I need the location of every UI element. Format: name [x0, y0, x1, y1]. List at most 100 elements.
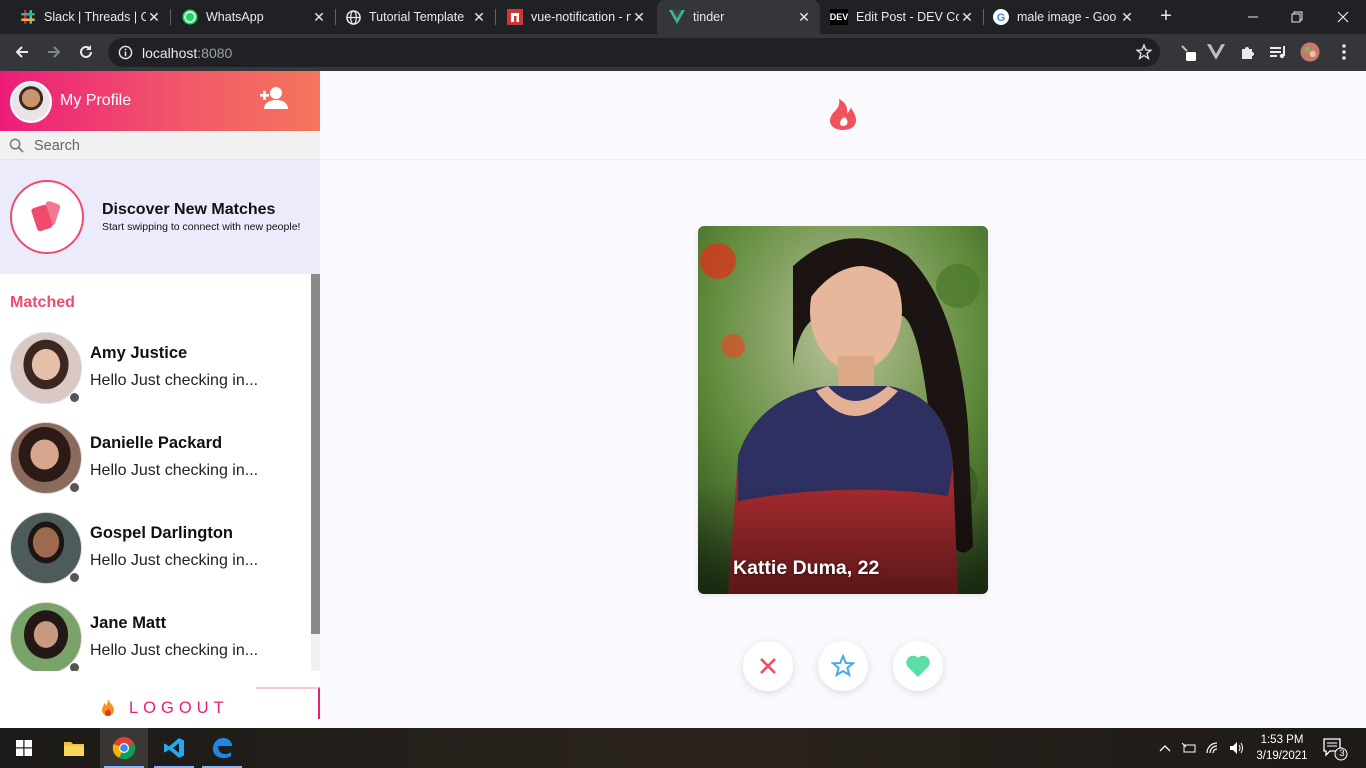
main-area: Kattie Duma, 22	[320, 71, 1366, 728]
file-explorer-button[interactable]	[50, 728, 98, 768]
profile-avatar[interactable]	[1300, 42, 1320, 62]
like-button[interactable]	[893, 641, 943, 691]
url-host: localhost	[142, 45, 198, 61]
dev-icon: DEV	[830, 9, 848, 25]
logout-button[interactable]: LOGOUT	[0, 687, 320, 728]
app-viewport: My Profile Discover New Matc	[0, 71, 1366, 728]
profile-title[interactable]: My Profile	[60, 92, 131, 110]
tab-title: Slack | Threads | Co	[44, 10, 146, 24]
url-port: :8080	[197, 45, 233, 61]
match-message: Hello Just checking in...	[90, 552, 259, 569]
chrome-icon	[112, 737, 136, 760]
matches-list: Matched Amy Justice Hello Just checking …	[0, 274, 320, 671]
taskbar-clock[interactable]: 1:53 PM 3/19/2021	[1250, 732, 1314, 764]
close-window-button[interactable]	[1320, 0, 1366, 34]
match-name: Gospel Darlington	[90, 524, 234, 542]
menu-kebab-icon[interactable]	[1334, 42, 1354, 62]
extension-icon[interactable]	[1178, 42, 1198, 62]
folder-icon	[64, 742, 84, 756]
avatar[interactable]	[10, 81, 52, 123]
clock-date: 3/19/2021	[1256, 750, 1308, 762]
logout-label: LOGOUT	[129, 699, 229, 717]
tab-tutorial[interactable]: Tutorial Template ✕	[335, 0, 495, 34]
match-name: Amy Justice	[90, 344, 188, 362]
dislike-button[interactable]	[743, 641, 793, 691]
address-bar[interactable]: localhost:8080	[108, 38, 1160, 67]
heart-icon	[906, 655, 930, 677]
tab-tinder[interactable]: tinder ✕	[657, 0, 820, 34]
notification-count: 3	[1339, 748, 1345, 758]
volume-icon[interactable]	[1228, 740, 1246, 756]
npm-icon	[507, 9, 523, 25]
scrollbar[interactable]	[311, 274, 320, 671]
vscode-button[interactable]	[150, 728, 198, 768]
arrow-left-icon	[15, 46, 28, 58]
google-icon: G	[993, 9, 1009, 25]
matched-heading: Matched	[10, 294, 75, 311]
globe-icon	[345, 9, 361, 25]
close-icon[interactable]: ✕	[631, 9, 647, 26]
url-text: localhost:8080	[142, 45, 232, 61]
media-queue-icon[interactable]	[1268, 42, 1288, 62]
forward-button[interactable]	[40, 38, 68, 66]
status-dot	[69, 482, 80, 493]
search-bar	[0, 131, 320, 160]
tab-google[interactable]: G male image - Goo ✕	[983, 0, 1143, 34]
profile-header: My Profile	[0, 71, 320, 131]
reload-button[interactable]	[72, 38, 100, 66]
profile-card[interactable]: Kattie Duma, 22	[698, 226, 988, 594]
notification-center-button[interactable]: 3	[1320, 736, 1350, 762]
edge-button[interactable]	[198, 728, 246, 768]
discover-title: Discover New Matches	[102, 201, 276, 218]
profile-photo	[698, 226, 988, 594]
tab-slack[interactable]: Slack | Threads | Co ✕	[0, 0, 170, 34]
discover-panel[interactable]: Discover New Matches Start swipping to c…	[0, 160, 320, 274]
avatar	[10, 602, 82, 671]
close-icon[interactable]: ✕	[471, 9, 487, 26]
match-item[interactable]: Jane Matt Hello Just checking in...	[0, 602, 310, 671]
wifi-icon[interactable]	[1204, 740, 1222, 756]
cards-icon	[31, 201, 61, 232]
start-button[interactable]	[0, 728, 48, 768]
close-icon	[760, 658, 776, 674]
match-item[interactable]: Amy Justice Hello Just checking in...	[0, 332, 310, 422]
battery-icon[interactable]	[1180, 740, 1198, 756]
status-dot	[69, 572, 80, 583]
scrollbar-thumb[interactable]	[311, 274, 320, 634]
minimize-button[interactable]	[1230, 0, 1276, 34]
tab-whatsapp[interactable]: WhatsApp ✕	[170, 0, 335, 34]
card-name: Kattie Duma, 22	[733, 557, 880, 579]
chrome-button[interactable]	[100, 728, 148, 768]
super-like-button[interactable]	[818, 641, 868, 691]
info-icon[interactable]	[118, 45, 133, 60]
extensions-puzzle-icon[interactable]	[1238, 42, 1258, 62]
status-dot	[69, 392, 80, 403]
match-item[interactable]: Danielle Packard Hello Just checking in.…	[0, 422, 310, 512]
tab-dev[interactable]: DEV Edit Post - DEV Co ✕	[820, 0, 983, 34]
add-user-button[interactable]	[258, 85, 290, 113]
tab-vue-notification[interactable]: vue-notification - n ✕	[495, 0, 655, 34]
browser-tab-strip: Slack | Threads | Co ✕ WhatsApp ✕ Tutori…	[0, 0, 1366, 34]
close-icon[interactable]: ✕	[1119, 9, 1135, 26]
tinder-flame-icon[interactable]	[828, 97, 858, 131]
close-icon[interactable]: ✕	[796, 9, 812, 26]
bookmark-star-icon[interactable]	[1136, 44, 1152, 60]
tab-title: WhatsApp	[206, 10, 264, 24]
close-icon[interactable]: ✕	[146, 9, 162, 26]
close-icon[interactable]: ✕	[959, 9, 975, 26]
match-name: Danielle Packard	[90, 434, 223, 452]
chevron-up-icon[interactable]	[1156, 740, 1174, 756]
vue-devtools-icon[interactable]	[1206, 42, 1226, 62]
match-name: Jane Matt	[90, 614, 167, 632]
restore-button[interactable]	[1274, 0, 1320, 34]
match-message: Hello Just checking in...	[90, 642, 259, 659]
new-tab-button[interactable]: +	[1155, 5, 1177, 27]
tab-title: tinder	[693, 10, 725, 24]
close-icon[interactable]: ✕	[311, 9, 327, 26]
match-item[interactable]: Gospel Darlington Hello Just checking in…	[0, 512, 310, 602]
reload-icon	[80, 45, 92, 58]
close-icon	[1337, 11, 1349, 23]
search-input[interactable]	[34, 135, 304, 156]
discover-cards-button[interactable]	[10, 180, 84, 254]
back-button[interactable]	[8, 38, 36, 66]
